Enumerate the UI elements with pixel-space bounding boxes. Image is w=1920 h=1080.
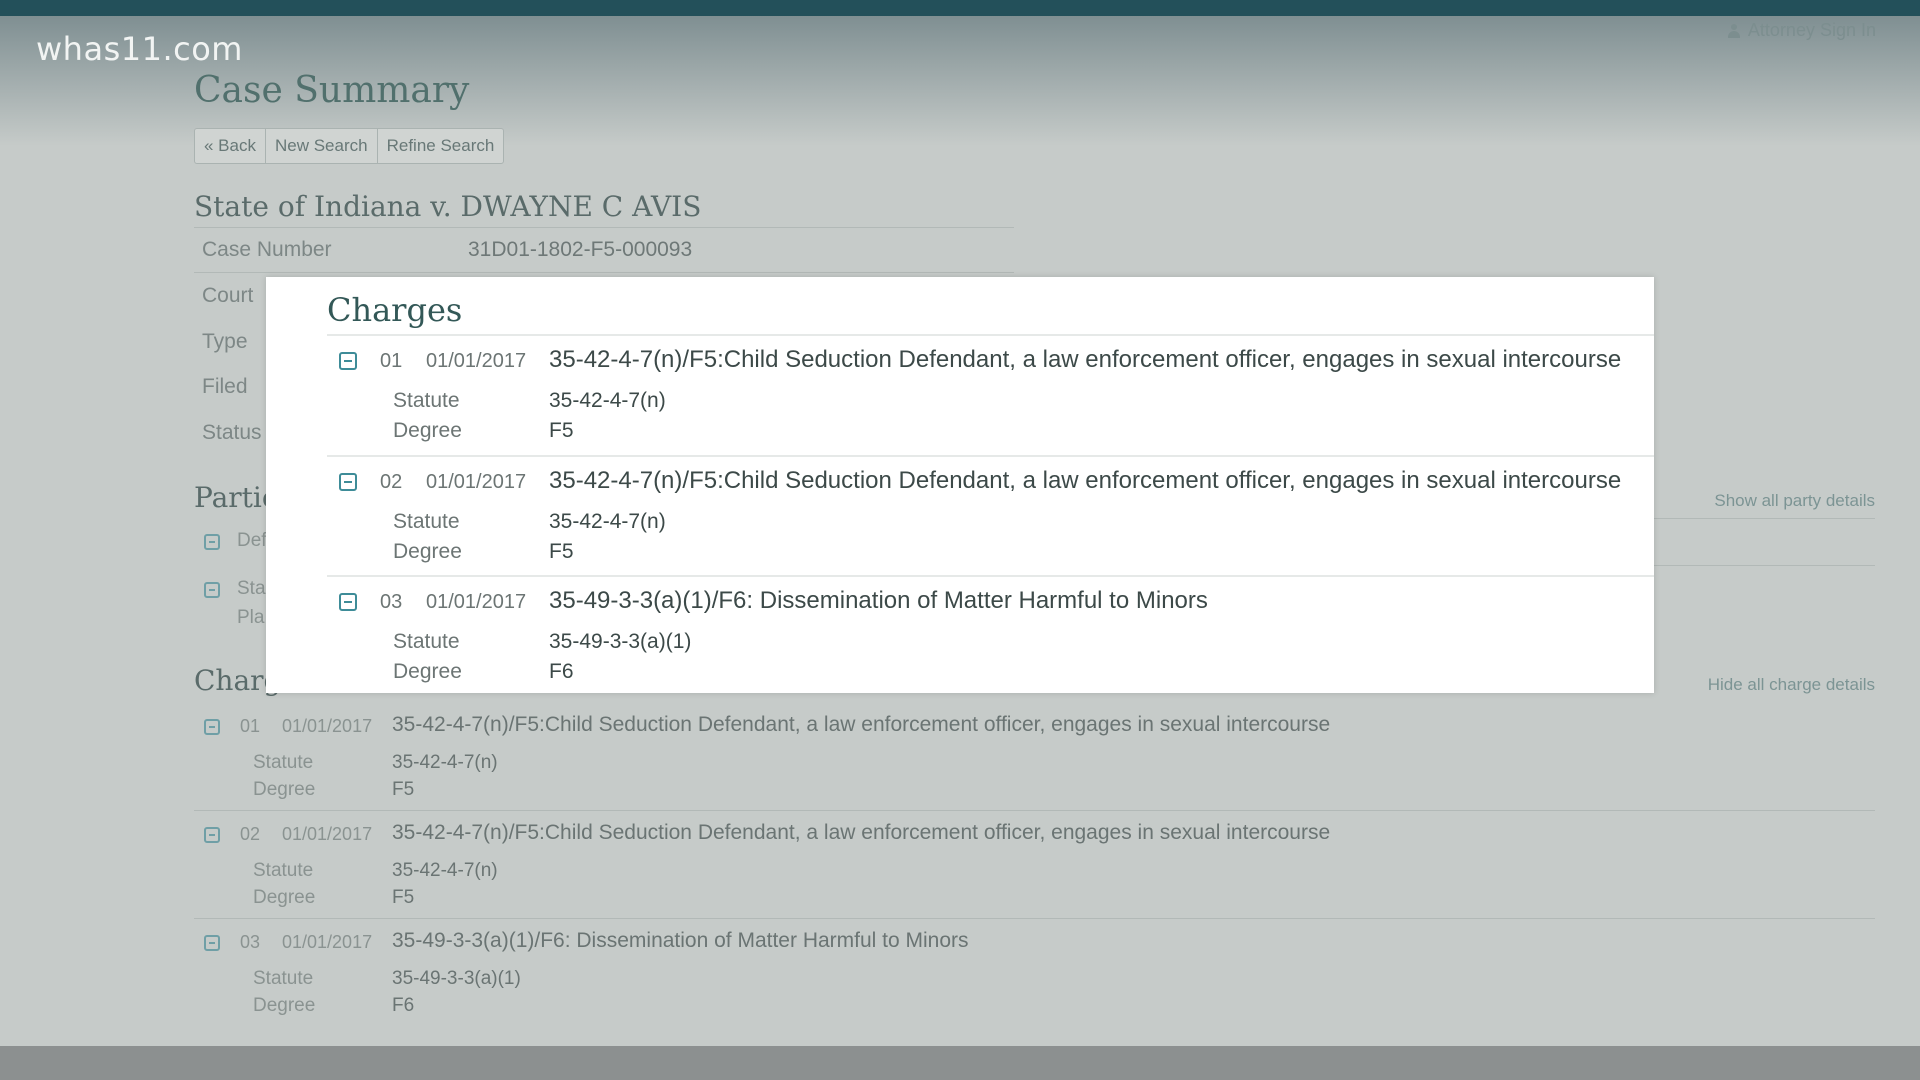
collapse-charge-icon[interactable]: [339, 473, 357, 491]
divider: [194, 810, 1875, 811]
charge-date: 01/01/2017: [426, 471, 527, 493]
hide-all-charge-details-link[interactable]: Hide all charge details: [1708, 675, 1875, 695]
charges-zoom-overlay: Charges 01 01/01/2017 35-42-4-7(n)/F5:Ch…: [266, 277, 1654, 693]
divider: [194, 227, 1014, 228]
degree-label: Degree: [393, 540, 462, 563]
charge-date: 01/01/2017: [426, 591, 527, 613]
back-button[interactable]: « Back: [195, 129, 266, 163]
case-title: State of Indiana v. DWAYNE C AVIS: [194, 190, 702, 223]
collapse-charge-icon[interactable]: [339, 593, 357, 611]
party-role: Pla: [237, 607, 265, 628]
attorney-sign-in-link[interactable]: Attorney Sign In: [1727, 20, 1876, 41]
nav-button-group: « Back New Search Refine Search: [194, 128, 505, 164]
degree-value: F6: [392, 995, 415, 1016]
new-search-button[interactable]: New Search: [266, 129, 378, 163]
court-label: Court: [202, 284, 254, 307]
statute-value: 35-42-4-7(n): [392, 860, 498, 881]
refine-search-button[interactable]: Refine Search: [378, 129, 504, 163]
degree-label: Degree: [393, 660, 462, 683]
party-name: Sta: [237, 578, 266, 599]
filed-label: Filed: [202, 375, 248, 398]
charge-description: 35-42-4-7(n)/F5:Child Seduction Defendan…: [549, 346, 1622, 373]
channel-watermark: whas11.com: [36, 30, 243, 68]
degree-label: Degree: [393, 419, 462, 442]
type-label: Type: [202, 330, 248, 353]
charge-description: 35-42-4-7(n)/F5:Child Seduction Defendan…: [392, 821, 1331, 844]
show-all-party-details-link[interactable]: Show all party details: [1714, 491, 1875, 511]
charge-date: 01/01/2017: [282, 932, 373, 952]
charge-description: 35-49-3-3(a)(1)/F6: Dissemination of Mat…: [392, 929, 969, 952]
statute-label: Statute: [253, 968, 314, 989]
charge-number: 01: [240, 716, 261, 736]
degree-label: Degree: [253, 995, 316, 1016]
case-number-value: 31D01-1802-F5-000093: [468, 238, 693, 261]
statute-label: Statute: [393, 389, 460, 412]
statute-value: 35-42-4-7(n): [549, 510, 666, 533]
charge-number: 02: [380, 471, 403, 493]
status-label: Status: [202, 421, 262, 444]
expand-party-icon[interactable]: [204, 582, 220, 598]
degree-value: F5: [392, 779, 415, 800]
bottom-band: [0, 1046, 1920, 1080]
divider: [327, 334, 1654, 336]
degree-value: F5: [549, 540, 574, 563]
degree-label: Degree: [253, 887, 316, 908]
charge-number: 03: [240, 932, 261, 952]
charge-date: 01/01/2017: [282, 824, 373, 844]
collapse-charge-icon[interactable]: [204, 827, 220, 843]
charge-description: 35-49-3-3(a)(1)/F6: Dissemination of Mat…: [549, 587, 1208, 614]
divider: [1654, 565, 1875, 566]
collapse-charge-icon[interactable]: [204, 719, 220, 735]
statute-label: Statute: [253, 752, 314, 773]
charge-date: 01/01/2017: [282, 716, 373, 736]
divider: [194, 918, 1875, 919]
attorney-sign-in-label: Attorney Sign In: [1747, 20, 1876, 40]
statute-label: Statute: [393, 630, 460, 653]
page-title: Case Summary: [194, 70, 470, 111]
divider: [1654, 518, 1875, 519]
degree-value: F5: [392, 887, 415, 908]
statute-value: 35-49-3-3(a)(1): [392, 968, 521, 989]
charge-number: 02: [240, 824, 261, 844]
party-name: Def: [237, 530, 267, 551]
degree-value: F5: [549, 419, 574, 442]
statute-value: 35-42-4-7(n): [549, 389, 666, 412]
degree-value: F6: [549, 660, 574, 683]
charge-description: 35-42-4-7(n)/F5:Child Seduction Defendan…: [392, 713, 1331, 736]
divider: [327, 455, 1654, 457]
collapse-charge-icon[interactable]: [339, 352, 357, 370]
person-icon: [1727, 23, 1740, 38]
charge-description: 35-42-4-7(n)/F5:Child Seduction Defendan…: [549, 467, 1622, 494]
case-number-label: Case Number: [202, 238, 332, 261]
statute-value: 35-49-3-3(a)(1): [549, 630, 692, 653]
expand-party-icon[interactable]: [204, 534, 220, 550]
divider: [327, 575, 1654, 577]
collapse-charge-icon[interactable]: [204, 935, 220, 951]
charge-date: 01/01/2017: [426, 350, 527, 372]
top-bar: [0, 0, 1920, 16]
statute-value: 35-42-4-7(n): [392, 752, 498, 773]
statute-label: Statute: [393, 510, 460, 533]
charges-overlay-title: Charges: [327, 291, 463, 329]
charge-number: 01: [380, 350, 403, 372]
divider: [194, 272, 1014, 273]
charge-number: 03: [380, 591, 403, 613]
statute-label: Statute: [253, 860, 314, 881]
degree-label: Degree: [253, 779, 316, 800]
